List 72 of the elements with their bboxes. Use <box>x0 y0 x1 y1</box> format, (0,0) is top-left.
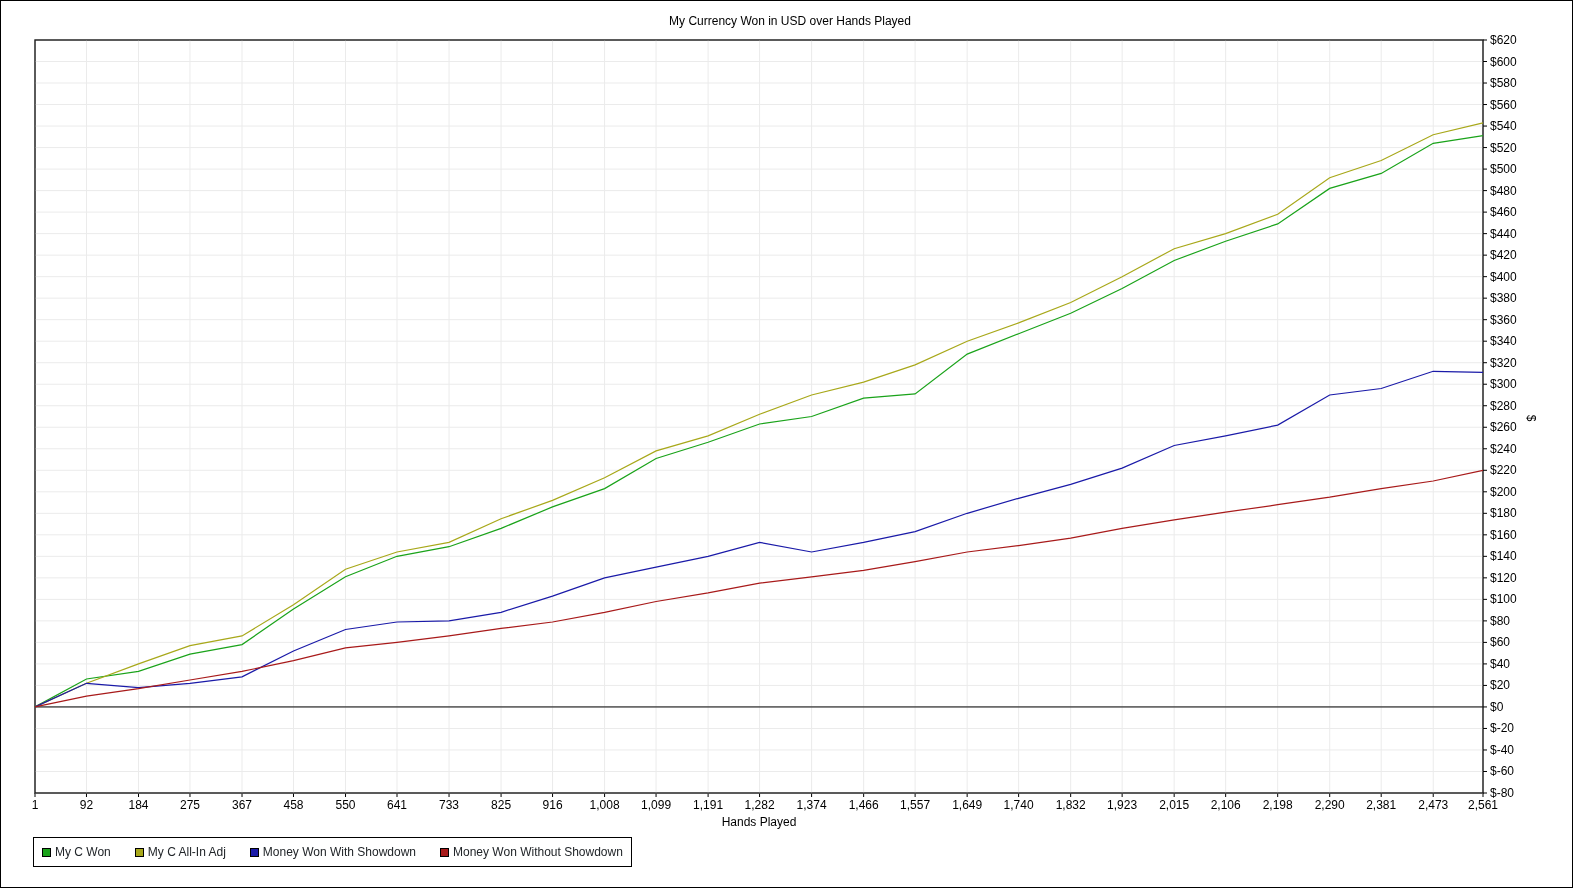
x-tick-label: 1,557 <box>900 798 931 812</box>
y-tick-label: $20 <box>1490 678 1511 693</box>
x-tick-label: 2,198 <box>1262 798 1293 812</box>
x-tick-label: 458 <box>283 798 304 812</box>
y-tick-label: $60 <box>1490 635 1511 650</box>
y-tick-label: $-40 <box>1490 742 1515 757</box>
y-tick-label: $120 <box>1490 570 1517 585</box>
y-tick-label: $600 <box>1490 54 1517 69</box>
y-tick-label: $460 <box>1490 205 1517 220</box>
y-tick-label: $0 <box>1490 699 1504 714</box>
x-tick-label: 367 <box>232 798 253 812</box>
y-tick-label: $400 <box>1490 269 1517 284</box>
x-tick-label: 1,832 <box>1055 798 1086 812</box>
x-tick-label: 1 <box>31 798 39 812</box>
y-tick-label: $560 <box>1490 97 1517 112</box>
x-tick-label: 1,740 <box>1003 798 1034 812</box>
chart-title: My Currency Won in USD over Hands Played <box>669 14 911 28</box>
y-tick-label: $500 <box>1490 162 1517 177</box>
y-tick-label: $300 <box>1490 377 1517 392</box>
y-axis-title: $ <box>1524 414 1538 422</box>
y-tick-label: $140 <box>1490 549 1517 564</box>
y-tick-label: $260 <box>1490 420 1517 435</box>
x-tick-label: 916 <box>542 798 563 812</box>
x-tick-label: 2,381 <box>1366 798 1397 812</box>
x-tick-label: 733 <box>439 798 460 812</box>
y-tick-label: $220 <box>1490 463 1517 478</box>
y-tick-label: $360 <box>1490 312 1517 327</box>
x-tick-label: 550 <box>335 798 356 812</box>
x-tick-label: 92 <box>79 798 94 812</box>
legend-label: My C Won <box>55 844 111 861</box>
y-tick-label: $480 <box>1490 183 1517 198</box>
y-tick-label: $80 <box>1490 613 1511 628</box>
y-tick-label: $380 <box>1490 291 1517 306</box>
x-tick-label: 2,106 <box>1210 798 1241 812</box>
x-tick-label: 1,923 <box>1107 798 1138 812</box>
y-tick-label: $40 <box>1490 656 1511 671</box>
x-axis-title: Hands Played <box>721 815 797 829</box>
y-tick-label: $340 <box>1490 334 1517 349</box>
legend-label: My C All-In Adj <box>147 844 226 861</box>
x-tick-label: 2,473 <box>1418 798 1449 812</box>
x-tick-label: 275 <box>179 798 200 812</box>
x-tick-label: 1,099 <box>641 798 672 812</box>
y-tick-label: $420 <box>1490 248 1517 263</box>
x-tick-label: 1,649 <box>952 798 983 812</box>
x-tick-label: 2,290 <box>1314 798 1345 812</box>
y-tick-label: $320 <box>1490 355 1517 370</box>
x-tick-label: 1,008 <box>589 798 620 812</box>
y-tick-label: $-80 <box>1490 786 1515 800</box>
legend-label: Money Won With Showdown <box>262 844 416 861</box>
x-tick-label: 2,015 <box>1159 798 1190 812</box>
y-tick-label: $200 <box>1490 484 1517 499</box>
x-tick-label: 825 <box>491 798 512 812</box>
x-tick-label: 641 <box>387 798 407 812</box>
x-tick-label: 1,282 <box>744 798 775 812</box>
y-tick-label: $280 <box>1490 398 1517 413</box>
y-tick-label: $240 <box>1490 441 1517 456</box>
y-tick-label: $540 <box>1490 119 1517 134</box>
y-tick-label: $520 <box>1490 140 1517 155</box>
x-tick-label: 184 <box>128 798 149 812</box>
y-tick-label: $-20 <box>1490 721 1515 736</box>
y-tick-label: $-60 <box>1490 764 1515 779</box>
y-tick-label: $100 <box>1490 592 1517 607</box>
y-tick-label: $160 <box>1490 527 1517 542</box>
y-tick-label: $180 <box>1490 506 1517 521</box>
legend-label: Money Won Without Showdown <box>453 844 623 861</box>
x-tick-label: 1,191 <box>693 798 724 812</box>
y-tick-label: $620 <box>1490 33 1517 47</box>
y-tick-label: $580 <box>1490 76 1517 91</box>
x-tick-label: 1,466 <box>848 798 879 812</box>
x-tick-label: 2,561 <box>1468 798 1498 812</box>
y-tick-label: $440 <box>1490 226 1517 241</box>
x-tick-label: 1,374 <box>796 798 827 812</box>
